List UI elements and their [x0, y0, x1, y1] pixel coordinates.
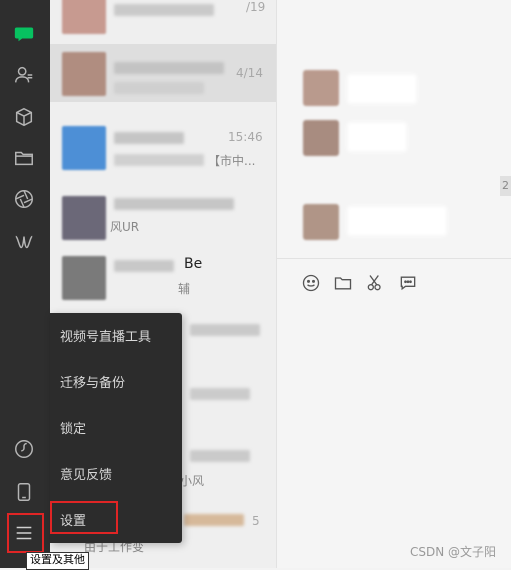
- list-item-title: [190, 324, 260, 336]
- list-item-preview-text: 【市中...: [208, 154, 256, 168]
- list-item-title: [114, 198, 234, 210]
- avatar: [62, 52, 106, 96]
- list-item-title-text: Be: [184, 256, 203, 272]
- list-item[interactable]: 4/14: [50, 44, 276, 102]
- list-item[interactable]: /19: [50, 0, 276, 40]
- message-bubble: [347, 122, 407, 152]
- avatar: [303, 120, 339, 156]
- avatar: [62, 196, 106, 240]
- phone-icon[interactable]: [11, 479, 37, 505]
- chat-divider: [277, 258, 511, 259]
- list-item-title: [114, 62, 224, 74]
- avatar: [62, 126, 106, 170]
- list-item-preview-text: 小风: [180, 474, 205, 488]
- list-item-preview-text: 辅: [178, 282, 191, 296]
- side-badge: 2: [500, 176, 511, 196]
- favorites-cube-icon[interactable]: [11, 104, 37, 130]
- list-item-title: [114, 4, 214, 16]
- watermark: CSDN @文子阳: [409, 545, 496, 559]
- menu-item-lock[interactable]: 锁定: [50, 410, 182, 450]
- avatar: [62, 0, 106, 34]
- list-item-preview-text: 风UR: [110, 220, 140, 234]
- chat-bubble-icon[interactable]: [397, 272, 419, 294]
- avatar: [303, 70, 339, 106]
- scissors-icon[interactable]: [364, 272, 386, 294]
- mini-program-link-icon[interactable]: [11, 436, 37, 462]
- menu-item-feedback[interactable]: 意见反馈: [50, 456, 182, 496]
- contacts-icon[interactable]: [11, 62, 37, 88]
- folder-icon[interactable]: [332, 272, 354, 294]
- menu-tooltip: 设置及其他: [26, 552, 89, 570]
- menu-item-channels-live-tool[interactable]: 视频号直播工具: [50, 318, 182, 358]
- list-item-time: 15:46: [228, 130, 263, 144]
- avatar: [62, 256, 106, 300]
- list-item-title: [190, 450, 250, 462]
- settings-popup-menu: 视频号直播工具 迁移与备份 锁定 意见反馈 设置: [50, 313, 182, 543]
- wechat-logo-icon[interactable]: [11, 20, 37, 46]
- list-item-time: 4/14: [236, 66, 263, 80]
- channels-icon[interactable]: [11, 229, 37, 255]
- list-item-preview: [114, 154, 204, 166]
- list-item[interactable]: 15:46 【市中...: [50, 118, 276, 176]
- menu-hamburger-icon[interactable]: [11, 520, 37, 546]
- message-bubble: [347, 74, 417, 104]
- menu-item-migrate-backup[interactable]: 迁移与备份: [50, 364, 182, 404]
- list-item-title: [190, 388, 250, 400]
- list-item[interactable]: Be 辅: [50, 248, 276, 306]
- emoji-icon[interactable]: [300, 272, 322, 294]
- list-item[interactable]: 风UR: [50, 188, 276, 246]
- list-item-title: [114, 132, 184, 144]
- list-item-preview: [114, 82, 204, 94]
- menu-item-settings[interactable]: 设置: [50, 502, 182, 542]
- message-bubble: [347, 206, 447, 236]
- moments-aperture-icon[interactable]: [11, 186, 37, 212]
- list-item-title: [184, 514, 244, 526]
- sidebar: [0, 0, 50, 568]
- list-item-title: [114, 260, 174, 272]
- files-folder-icon[interactable]: [11, 145, 37, 171]
- list-item-time: /19: [246, 0, 266, 14]
- avatar: [303, 204, 339, 240]
- list-item-time: 5: [252, 514, 260, 528]
- chat-area: 2: [277, 0, 511, 568]
